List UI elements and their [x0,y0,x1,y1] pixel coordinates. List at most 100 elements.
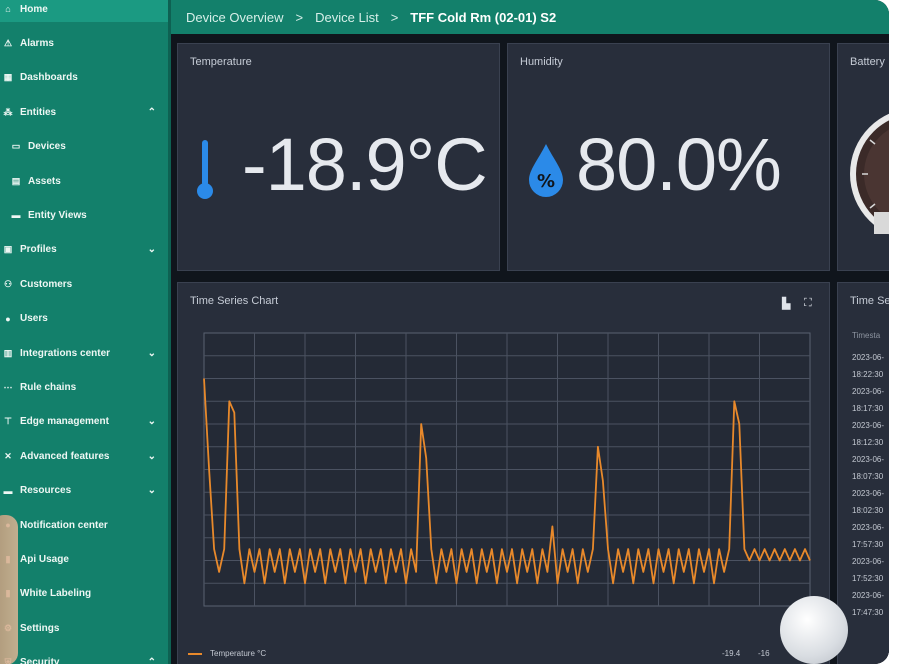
breadcrumb-separator: > [295,9,304,25]
home-icon: ⌂ [5,4,11,14]
devices-icon: ▭ [11,141,21,152]
legend-swatch [188,652,202,655]
sidebar-item-label: Resources [20,485,72,497]
table-cell-timestamp: 2023-06- [852,557,885,566]
sidebar-item-label: Customers [20,278,73,290]
sidebar-item-label: Alarms [20,37,54,49]
sidebar-item-label: Integrations center [20,347,111,359]
table-cell-timestamp: 17:52:30 [852,574,884,583]
battery-card: Battery [837,43,889,271]
sidebar-item-label: White Labeling [20,588,92,600]
sidebar-item-edge-management[interactable]: ⊤ Edge management ⌄ [0,409,170,435]
sensor-device-photo [780,596,848,664]
sidebar-item-label: Assets [28,175,61,187]
sidebar-item-assets[interactable]: ▤ Assets [0,168,170,194]
sidebar-item-notification-center[interactable]: ●Notification center [0,512,170,538]
sidebar-item-profiles[interactable]: ▣ Profiles ⌄ [0,237,170,263]
table-title: Time Se [850,295,889,307]
breadcrumb-device-list[interactable]: Device List [315,10,379,25]
legend-label: Temperature °C [210,649,267,658]
sidebar-item-entities[interactable]: ⁂ Entities ⌃ [0,99,170,125]
customers-icon: ⚇ [3,278,13,289]
table-cell-timestamp: 2023-06- [852,421,885,430]
sidebar-item-advanced-features[interactable]: ✕ Advanced features ⌄ [0,443,170,469]
chevron-down-icon[interactable]: ⌄ [148,348,156,359]
chevron-down-icon[interactable]: ⌄ [148,485,156,496]
sidebar-item-white-labeling[interactable]: ▮White Labeling [0,581,170,607]
sidebar-item-resources[interactable]: ▬ Resources ⌄ [0,478,170,504]
resources-icon: ▬ [3,485,13,496]
sidebar-item-label: Entities [20,106,57,118]
finger-overlay [0,515,18,664]
sidebar-item-label: Edge management [20,416,109,428]
breadcrumb: Device Overview > Device List > TFF Cold… [171,0,889,34]
breadcrumb-separator: > [390,9,399,25]
battery-title: Battery [850,56,885,68]
entities-icon: ⁂ [3,106,13,117]
table-cell-timestamp: 17:47:30 [852,608,884,617]
dashboard-icon: ▦ [3,72,13,83]
table-cell-timestamp: 2023-06- [852,523,885,532]
sidebar-item-devices[interactable]: ▭ Devices [0,134,170,160]
sidebar-item-security[interactable]: ⛨Security⌃ [0,650,170,664]
sidebar-item-label: Rule chains [20,381,77,393]
integrations-icon: ▥ [3,347,13,358]
sidebar-item-integrations-center[interactable]: ▥ Integrations center ⌄ [0,340,170,366]
assets-icon: ▤ [11,175,21,186]
sidebar-item-label: Home [20,3,48,15]
table-cell-timestamp: 2023-06- [852,353,885,362]
humidity-card: Humidity % 80.0% [507,43,830,271]
table-cell-timestamp: 2023-06- [852,387,885,396]
sidebar-item-dashboards[interactable]: ▦ Dashboards [0,65,170,91]
sidebar-item-api-usage[interactable]: ▮Api Usage [0,546,170,572]
time-series-chart-card: Time Series Chart ▙ ⛶ Temperature °C -19… [177,282,830,664]
legend-value-2: -16 [758,649,770,658]
table-header-timestamp[interactable]: Timesta [852,331,880,340]
thermometer-icon [197,140,213,199]
sidebar-item-label: Advanced features [20,450,110,462]
edge-icon: ⊤ [4,416,12,427]
sidebar-item-users[interactable]: ● Users [0,306,170,332]
users-icon: ● [5,313,11,324]
table-cell-timestamp: 17:57:30 [852,540,884,549]
sidebar-item-label: Security [20,657,60,664]
sidebar-item-settings[interactable]: ⚙Settings [0,615,170,641]
sidebar-item-label: Dashboards [20,72,78,84]
chevron-down-icon[interactable]: ⌄ [148,244,156,255]
temperature-chart [203,332,811,607]
svg-text:%: % [537,171,555,192]
chevron-up-icon[interactable]: ⌃ [148,107,156,118]
breadcrumb-current-device: TFF Cold Rm (02-01) S2 [410,9,557,25]
temperature-title: Temperature [190,56,252,68]
rule-chains-icon: ⋯ [3,381,13,392]
chevron-down-icon[interactable]: ⌄ [148,451,156,462]
dashboard-area: Temperature -18.9°C Humidity % 80.0% Bat… [171,34,889,664]
advanced-features-icon: ✕ [4,450,12,461]
breadcrumb-device-overview[interactable]: Device Overview [186,10,284,25]
chevron-up-icon[interactable]: ⌃ [148,657,156,664]
temperature-value: -18.9°C [242,123,488,206]
sidebar-item-home[interactable]: ⌂ Home [0,0,170,22]
sidebar-item-label: Api Usage [20,553,69,565]
table-cell-timestamp: 2023-06- [852,591,885,600]
time-series-table-card: Time Se Timesta 2023-06- 18:22:30 2023-06-… [837,282,889,664]
table-cell-timestamp: 18:22:30 [852,370,884,379]
table-cell-timestamp: 2023-06- [852,455,885,464]
chevron-down-icon[interactable]: ⌄ [148,416,156,427]
sidebar-item-label: Notification center [20,519,108,531]
sidebar-item-alarms[interactable]: ⚠ Alarms [0,30,170,56]
humidity-drop-icon: % [529,144,563,197]
entity-views-icon: ▬ [11,210,21,221]
sidebar-item-customers[interactable]: ⚇ Customers [0,271,170,297]
sidebar: ⌂ Home ⚠ Alarms ▦ Dashboards ⁂ Entities ⌃ ▭ Device… [0,0,170,664]
table-cell-timestamp: 2023-06- [852,489,885,498]
sidebar-item-entity-views[interactable]: ▬ Entity Views [0,202,170,228]
sidebar-item-rule-chains[interactable]: ⋯ Rule chains [0,374,170,400]
sidebar-item-label: Users [20,313,48,325]
sidebar-item-label: Settings [20,622,60,634]
table-cell-timestamp: 18:02:30 [852,506,884,515]
legend-value-1: -19.4 [722,649,741,658]
table-cell-timestamp: 18:17:30 [852,404,884,413]
humidity-title: Humidity [520,56,563,68]
alarm-icon: ⚠ [3,37,13,48]
